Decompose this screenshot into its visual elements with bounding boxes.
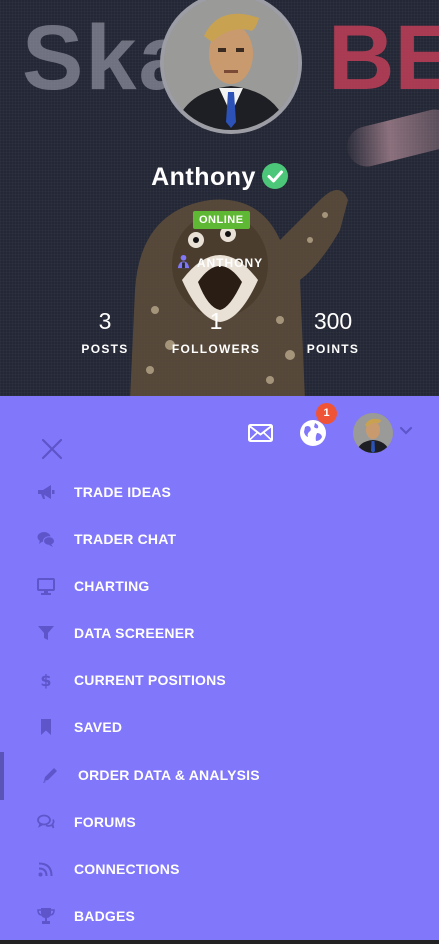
profile-name-row: Anthony — [0, 163, 439, 192]
stat-posts-value: 3 — [98, 308, 112, 334]
menu-item-connections[interactable]: CONNECTIONS — [0, 849, 439, 889]
account-avatar-button[interactable] — [353, 413, 393, 453]
stat-followers[interactable]: 1 FOLLOWERS — [166, 308, 266, 356]
trophy-icon — [37, 908, 55, 924]
menu-item-label: CURRENT POSITIONS — [74, 672, 226, 688]
stat-points-label: POINTS — [306, 342, 360, 356]
profile-header: Skary BE Anthony ONLINE ANTHONY 3 POSTS … — [0, 0, 439, 396]
close-icon[interactable] — [40, 437, 64, 461]
mail-icon[interactable] — [248, 424, 273, 442]
account-avatar-image — [353, 413, 393, 453]
chat-bubbles-icon — [37, 532, 55, 547]
menu-item-order-data-analysis[interactable]: ORDER DATA & ANALYSIS — [0, 755, 439, 795]
menu-item-label: CONNECTIONS — [74, 861, 180, 877]
stat-points-value: 300 — [313, 308, 353, 334]
menu-item-current-positions[interactable]: $ CURRENT POSITIONS — [0, 660, 439, 700]
menu-item-label: FORUMS — [74, 814, 136, 830]
rss-icon — [38, 862, 53, 877]
profile-avatar[interactable] — [160, 0, 302, 134]
stat-points[interactable]: 300 POINTS — [293, 308, 373, 356]
pencil-icon — [43, 768, 57, 783]
menu-item-label: ORDER DATA & ANALYSIS — [78, 767, 260, 783]
cover-brush-stroke — [342, 105, 439, 171]
menu-item-forums[interactable]: FORUMS — [0, 802, 439, 842]
menu-item-label: CHARTING — [74, 578, 150, 594]
cover-illustration — [130, 190, 348, 396]
stat-followers-value: 1 — [209, 308, 223, 334]
monitor-icon — [37, 578, 55, 595]
menu-item-label: SAVED — [74, 719, 123, 735]
megaphone-icon — [38, 485, 55, 499]
notification-count-badge: 1 — [316, 403, 337, 424]
stat-posts-label: POSTS — [81, 342, 129, 356]
chevron-down-icon[interactable] — [399, 426, 413, 436]
comments-icon — [37, 814, 55, 829]
dollar-icon: $ — [40, 671, 51, 689]
menu-item-trader-chat[interactable]: TRADER CHAT — [0, 519, 439, 559]
stat-followers-label: FOLLOWERS — [171, 342, 261, 356]
menu-item-saved[interactable]: SAVED — [0, 707, 439, 747]
svg-text:$: $ — [40, 671, 51, 689]
menu-item-data-screener[interactable]: DATA SCREENER — [0, 613, 439, 653]
menu-item-label: BADGES — [74, 908, 136, 924]
menu-item-badges[interactable]: BADGES — [0, 896, 439, 936]
profile-avatar-image — [164, 0, 298, 130]
username: ANTHONY — [196, 256, 264, 270]
stat-posts[interactable]: 3 POSTS — [70, 308, 140, 356]
menu-item-label: TRADE IDEAS — [74, 484, 172, 500]
online-status-badge: ONLINE — [193, 211, 250, 229]
bottom-edge — [0, 940, 439, 944]
profile-name: Anthony — [151, 163, 256, 191]
menu-item-trade-ideas[interactable]: TRADE IDEAS — [0, 472, 439, 512]
bookmark-icon — [41, 719, 51, 735]
menu-item-label: DATA SCREENER — [74, 625, 195, 641]
menu-item-charting[interactable]: CHARTING — [0, 566, 439, 606]
menu-item-label: TRADER CHAT — [74, 531, 177, 547]
verified-check-icon — [261, 163, 288, 189]
user-group-icon — [177, 254, 189, 269]
cover-banner-accent-text: BE — [328, 7, 439, 109]
username-row: ANTHONY — [0, 254, 439, 270]
filter-icon — [38, 626, 54, 640]
